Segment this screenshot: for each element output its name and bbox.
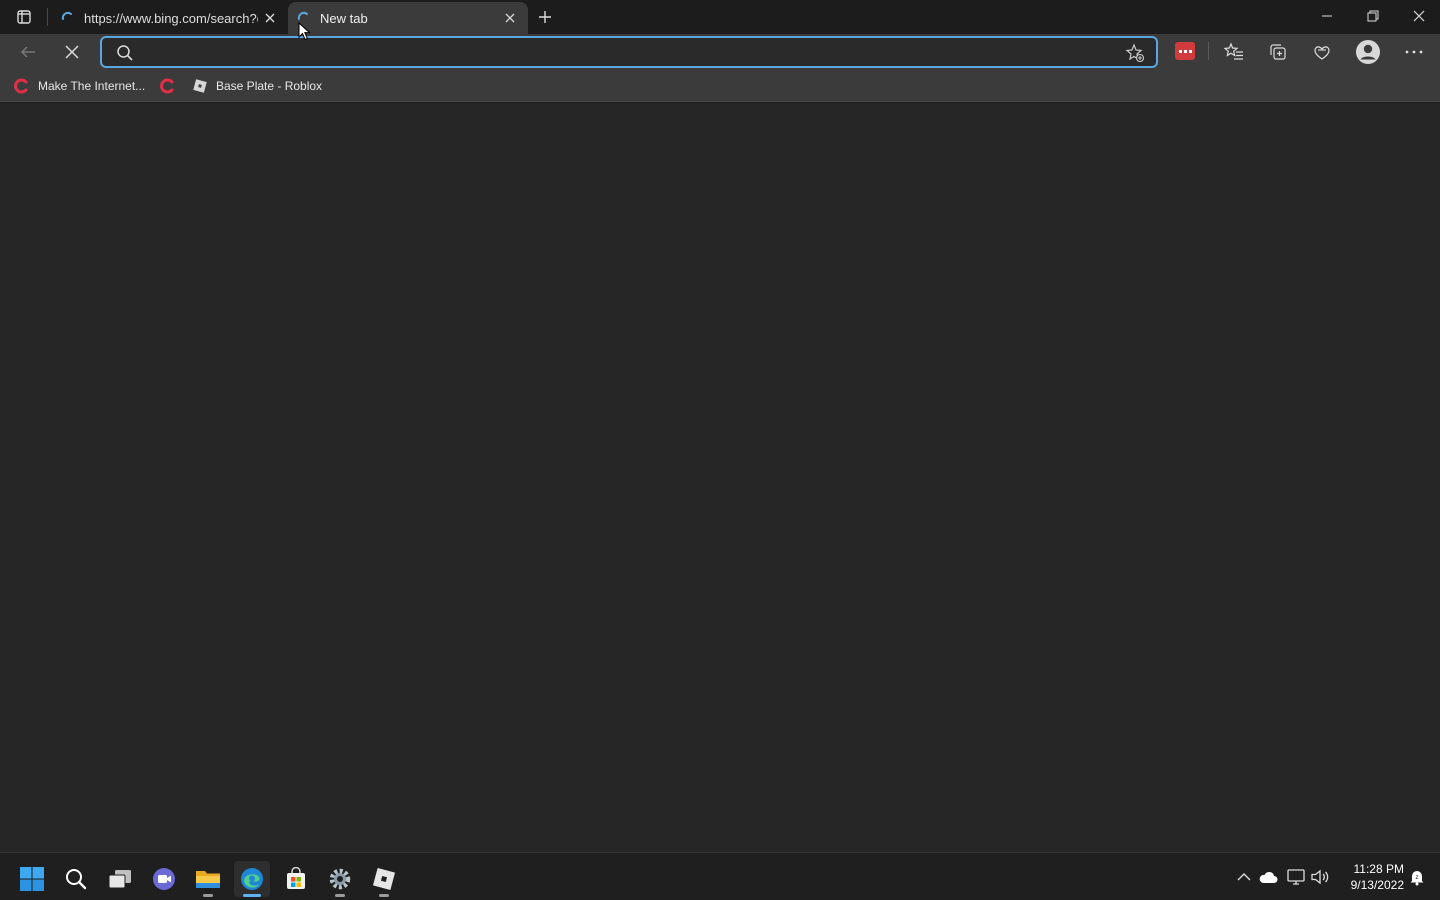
file-explorer-button[interactable] [190, 861, 226, 897]
toolbar-divider [1208, 42, 1209, 60]
tab-separator [47, 8, 48, 26]
restore-button[interactable] [1350, 0, 1396, 32]
roblox-icon [372, 867, 396, 891]
chevron-up-icon [1237, 873, 1251, 881]
new-tab-button[interactable] [532, 4, 558, 30]
profile-button[interactable] [1352, 36, 1384, 68]
favorites-bar: Make The Internet... Base Plate - Roblox [0, 70, 1440, 102]
stop-loading-button[interactable] [56, 36, 88, 68]
minimize-button[interactable] [1304, 0, 1350, 32]
tab-actions-icon [17, 10, 31, 24]
task-view-button[interactable] [102, 861, 138, 897]
store-button[interactable] [278, 861, 314, 897]
windows-logo-icon [20, 867, 44, 891]
red-c-icon [160, 78, 176, 94]
plus-icon [539, 11, 551, 23]
favorite-item-make-the-internet[interactable]: Make The Internet... [14, 76, 145, 96]
extension-dot-icon [1178, 49, 1182, 53]
close-icon [65, 45, 79, 59]
gear-icon [329, 868, 351, 890]
chat-camera-icon [153, 868, 175, 890]
task-view-icon [108, 870, 131, 889]
notifications-button[interactable]: z [1406, 865, 1428, 889]
tab-title: New tab [320, 10, 368, 26]
roblox-taskbar-button[interactable] [366, 861, 402, 897]
extension-button[interactable] [1175, 42, 1195, 60]
favorite-label: Base Plate - Roblox [216, 79, 323, 93]
settings-more-button[interactable] [1398, 36, 1430, 68]
edge-icon [241, 868, 263, 890]
start-button[interactable] [14, 861, 50, 897]
mouse-cursor-icon [298, 22, 311, 41]
folder-icon [196, 871, 220, 888]
add-favorite-button[interactable] [1124, 42, 1146, 64]
store-bag-icon [287, 867, 305, 889]
favorites-list-icon [1224, 42, 1243, 60]
settings-taskbar-button[interactable] [322, 861, 358, 897]
volume-button[interactable] [1309, 865, 1331, 889]
speaker-icon [1311, 869, 1329, 885]
favorite-label: Make The Internet... [38, 79, 146, 93]
chat-button[interactable] [146, 861, 182, 897]
browser-essentials-button[interactable] [1306, 36, 1338, 68]
running-indicator [335, 894, 345, 897]
clock-date: 9/13/2022 [1350, 878, 1404, 892]
heart-shield-icon [1314, 46, 1330, 60]
avatar-icon [1356, 40, 1380, 64]
clock-time: 11:28 PM [1353, 862, 1404, 876]
tab-bar: https://www.bing.com/search?q= New tab [0, 0, 1440, 34]
tab-actions-button[interactable] [10, 5, 38, 29]
more-horizontal-icon [1405, 50, 1423, 54]
close-icon [1413, 10, 1425, 22]
search-icon [66, 869, 87, 890]
loading-spinner-icon [61, 11, 72, 20]
address-input[interactable] [144, 42, 1104, 64]
taskbar: 11:28 PM 9/13/2022 z [0, 852, 1440, 900]
close-tab-button[interactable] [498, 6, 522, 30]
svg-text:z: z [1416, 875, 1419, 881]
back-arrow-icon [20, 46, 35, 58]
extension-dot-icon [1183, 49, 1187, 53]
active-app-indicator [243, 894, 261, 897]
show-hidden-icons-button[interactable] [1233, 865, 1255, 889]
favorites-button[interactable] [1218, 36, 1250, 68]
tab-title: https://www.bing.com/search?q= [84, 10, 258, 26]
restore-icon [1367, 10, 1379, 22]
minimize-icon [1322, 15, 1332, 17]
roblox-icon [192, 78, 208, 94]
address-bar[interactable] [100, 36, 1158, 68]
taskbar-clock[interactable]: 11:28 PM 9/13/2022 [1340, 861, 1404, 893]
edge-taskbar-button[interactable] [234, 861, 270, 897]
tab-bing-search[interactable]: https://www.bing.com/search?q= [52, 2, 288, 34]
back-button[interactable] [12, 36, 44, 68]
star-add-icon [1125, 43, 1145, 63]
close-icon [265, 13, 275, 23]
extension-dot-icon [1188, 49, 1192, 53]
close-icon [505, 13, 515, 23]
collections-icon [1270, 44, 1286, 60]
collections-button[interactable] [1262, 36, 1294, 68]
page-content[interactable] [0, 103, 1440, 852]
notification-bell-icon: z [1410, 871, 1424, 886]
running-indicator [203, 894, 213, 897]
close-window-button[interactable] [1396, 0, 1440, 32]
favorite-item-base-plate-roblox[interactable]: Base Plate - Roblox [192, 76, 322, 96]
close-tab-button[interactable] [258, 6, 282, 30]
running-indicator [379, 894, 389, 897]
cloud-icon [1259, 871, 1278, 883]
search-icon [117, 45, 133, 61]
network-icon [1287, 869, 1305, 885]
network-button[interactable] [1285, 865, 1307, 889]
taskbar-search-button[interactable] [58, 861, 94, 897]
red-c-icon [14, 78, 30, 94]
favorite-item-c[interactable] [160, 76, 184, 96]
onedrive-button[interactable] [1257, 865, 1279, 889]
tab-new-tab[interactable]: New tab [288, 2, 528, 34]
